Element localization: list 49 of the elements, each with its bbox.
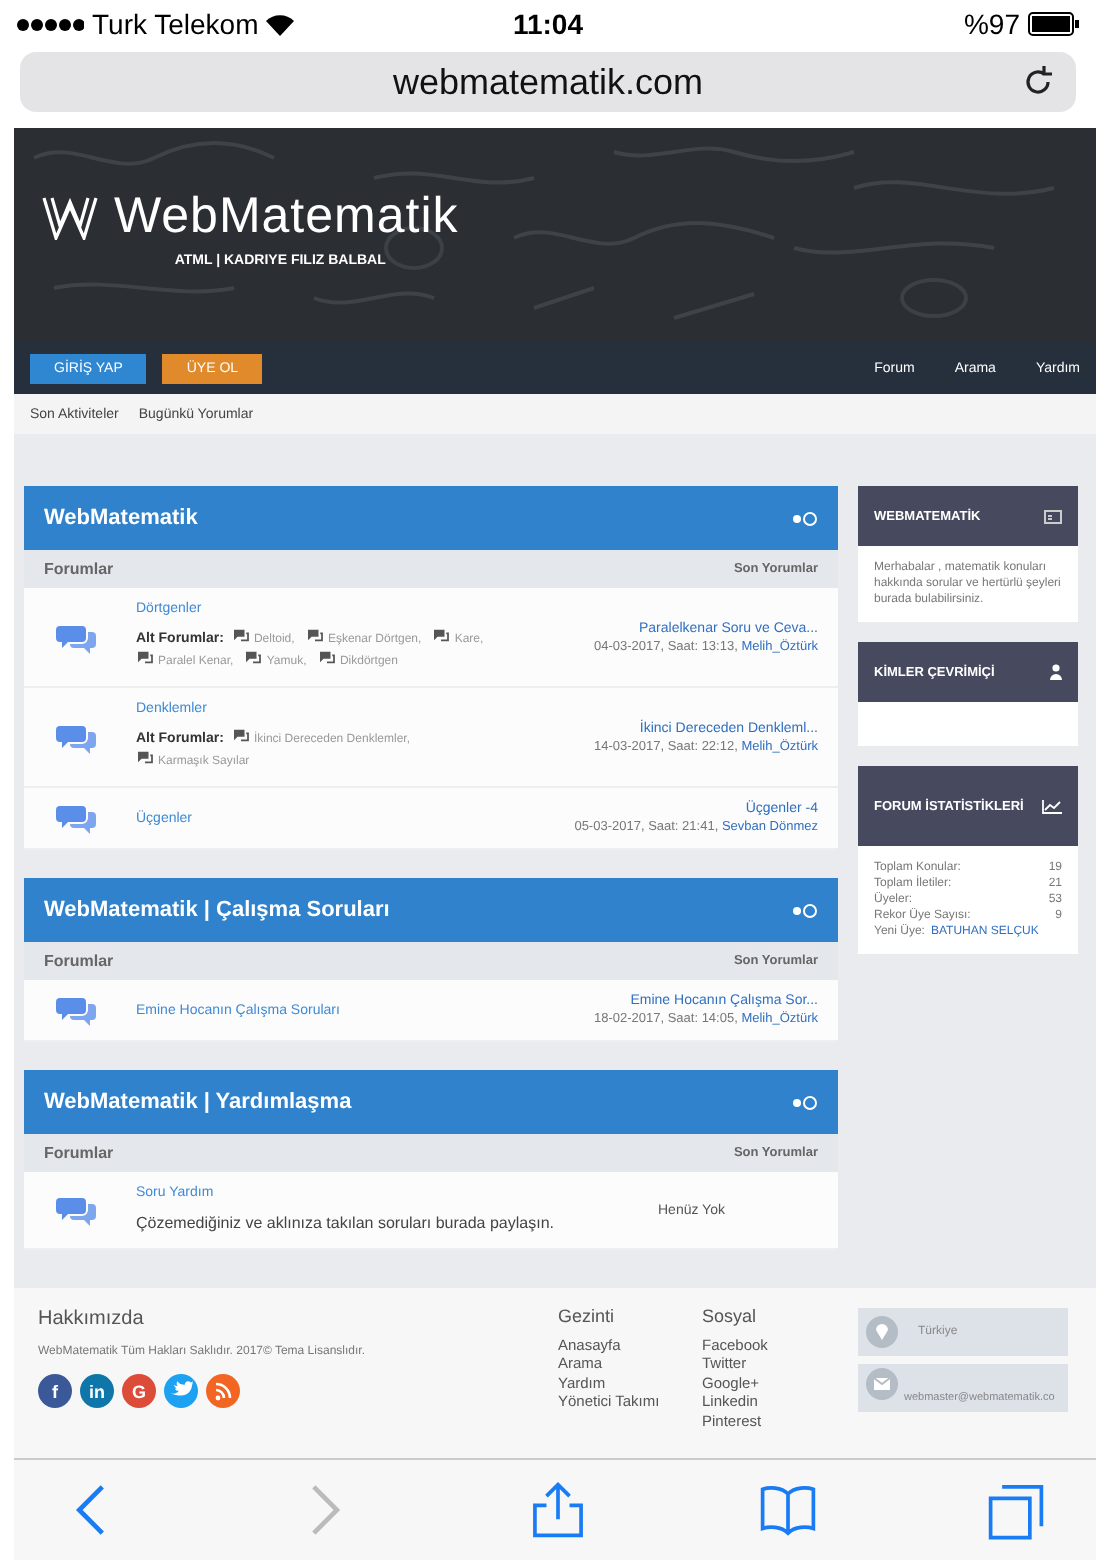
logo-icon xyxy=(42,195,98,239)
chat-icon xyxy=(317,650,336,664)
chat-icon xyxy=(231,628,250,642)
column-header: Forumlar xyxy=(44,560,114,578)
tabs-button[interactable] xyxy=(986,1480,1046,1540)
chat-bubbles-icon xyxy=(56,1194,96,1226)
mail-icon xyxy=(866,1368,898,1400)
social-button[interactable]: G xyxy=(122,1374,156,1408)
social-button[interactable]: f xyxy=(38,1374,72,1408)
reload-icon[interactable] xyxy=(1020,64,1056,100)
chat-icon xyxy=(305,628,324,642)
category-title[interactable]: WebMatematik xyxy=(44,506,198,530)
clock-time: 11:04 xyxy=(512,8,584,40)
carrier-name: Turk Telekom xyxy=(92,8,259,40)
bookmarks-button[interactable] xyxy=(757,1480,817,1540)
chat-bubbles-icon xyxy=(56,621,96,653)
column-header: Forumlar xyxy=(44,1144,114,1162)
category-title[interactable]: WebMatematik | Yardımlaşma xyxy=(44,1090,352,1114)
rss-button[interactable] xyxy=(206,1374,240,1408)
chat-bubbles-icon xyxy=(56,721,96,753)
social-button[interactable]: in xyxy=(80,1374,114,1408)
site-title[interactable]: WebMatematik xyxy=(114,188,459,246)
chat-icon xyxy=(136,650,154,664)
line-chart-icon xyxy=(1042,799,1062,813)
category-title[interactable]: WebMatematik | Çalışma Soruları xyxy=(44,898,390,922)
bird-button[interactable] xyxy=(164,1374,198,1408)
column-header: Forumlar xyxy=(44,952,114,970)
chat-icon xyxy=(244,650,263,664)
person-icon xyxy=(1050,664,1062,680)
toggle-icon[interactable] xyxy=(792,1095,818,1109)
wifi-icon xyxy=(266,13,295,35)
battery-icon xyxy=(1027,12,1080,36)
chat-icon xyxy=(432,628,451,642)
forum-description: Çözemediğiniz ve aklınıza takılan soruları burada paylaşın. xyxy=(136,1212,556,1234)
pin-icon xyxy=(866,1316,898,1348)
chat-icon xyxy=(231,728,250,742)
card-icon xyxy=(1044,509,1062,523)
footer-heading: Sosyal xyxy=(702,1308,759,1327)
chat-bubbles-icon xyxy=(56,802,96,834)
share-button[interactable] xyxy=(528,1480,588,1540)
footer-heading: Gezinti xyxy=(558,1308,617,1327)
address-bar[interactable]: webmatematik.com xyxy=(20,52,1076,112)
chat-bubbles-icon xyxy=(56,994,96,1026)
battery-percent: %97 xyxy=(963,8,1020,40)
chat-icon xyxy=(136,750,154,764)
toggle-icon[interactable] xyxy=(792,511,818,525)
footer-heading: Hakkımızda xyxy=(38,1308,146,1330)
toggle-icon[interactable] xyxy=(792,903,818,917)
signal-icon xyxy=(16,17,84,31)
